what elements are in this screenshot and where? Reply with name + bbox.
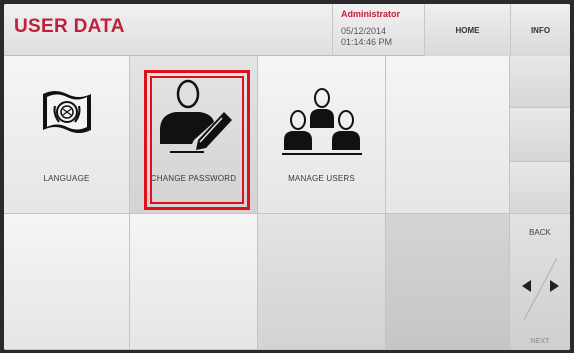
info-button[interactable]: INFO (510, 4, 570, 56)
language-tile[interactable]: LANGUAGE (4, 56, 130, 214)
language-label: LANGUAGE (43, 174, 90, 183)
empty-tile (386, 214, 510, 350)
date-display: 05/12/2014 (341, 26, 387, 36)
manage-users-tile[interactable]: MANAGE USERS (258, 56, 386, 214)
arrow-left-icon[interactable] (522, 280, 531, 292)
side-panel-slot (510, 56, 570, 108)
manage-users-label: MANAGE USERS (288, 174, 355, 183)
page-navigation: BACK NEXT (510, 214, 570, 350)
back-button[interactable]: BACK (510, 228, 570, 237)
home-button[interactable]: HOME (424, 4, 510, 56)
side-panel-slot (510, 108, 570, 162)
page-title: USER DATA (14, 16, 125, 37)
change-password-label: CHANGE PASSWORD (150, 174, 237, 183)
users-group-icon (258, 86, 385, 156)
change-password-tile[interactable]: CHANGE PASSWORD (130, 56, 258, 214)
screen: USER DATA Administrator 05/12/2014 01:14… (4, 4, 570, 350)
empty-tile (4, 214, 130, 350)
empty-tile (258, 214, 386, 350)
user-edit-icon (130, 78, 257, 154)
arrow-right-icon[interactable] (550, 280, 559, 292)
header-bar: USER DATA Administrator 05/12/2014 01:14… (4, 4, 570, 56)
user-info: Administrator 05/12/2014 01:14:46 PM (332, 4, 424, 56)
time-display: 01:14:46 PM (341, 37, 393, 47)
side-panel-slot (510, 162, 570, 214)
empty-tile (386, 56, 510, 214)
un-flag-icon (4, 84, 129, 140)
next-button[interactable]: NEXT (510, 338, 570, 345)
empty-tile (130, 214, 258, 350)
user-role: Administrator (341, 9, 401, 19)
